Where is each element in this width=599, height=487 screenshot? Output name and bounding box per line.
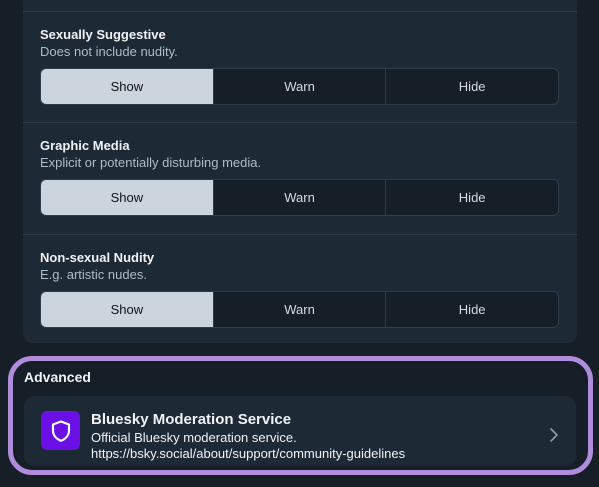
sexually-suggestive-selector: Show Warn Hide [40,68,559,105]
hide-option[interactable]: Hide [385,180,558,215]
service-name: Bluesky Moderation Service [91,411,292,428]
setting-description: E.g. artistic nudes. [40,267,147,282]
hide-option[interactable]: Hide [385,292,558,327]
show-option[interactable]: Show [41,292,213,327]
setting-title: Sexually Suggestive [40,27,166,42]
service-url: https://bsky.social/about/support/commun… [91,446,406,461]
chevron-right-icon [549,427,559,448]
warn-option[interactable]: Warn [212,69,386,104]
warn-option[interactable]: Warn [212,292,386,327]
advanced-section-label: Advanced [24,369,91,385]
setting-description: Does not include nudity. [40,44,178,59]
shield-icon [49,419,73,443]
non-sexual-nudity-selector: Show Warn Hide [40,291,559,328]
service-logo [41,411,80,450]
moderation-service-card[interactable]: Bluesky Moderation Service Official Blue… [24,396,576,466]
graphic-media-selector: Show Warn Hide [40,179,559,216]
setting-title: Non-sexual Nudity [40,250,155,265]
show-option[interactable]: Show [41,69,213,104]
divider [23,122,577,123]
show-option[interactable]: Show [41,180,213,215]
content-filter-card: Sexually Suggestive Does not include nud… [23,0,577,343]
setting-title: Graphic Media [40,138,130,153]
setting-description: Explicit or potentially disturbing media… [40,155,262,170]
service-description: Official Bluesky moderation service. [91,430,297,445]
divider [23,234,577,235]
divider [23,11,577,12]
warn-option[interactable]: Warn [212,180,386,215]
hide-option[interactable]: Hide [385,69,558,104]
